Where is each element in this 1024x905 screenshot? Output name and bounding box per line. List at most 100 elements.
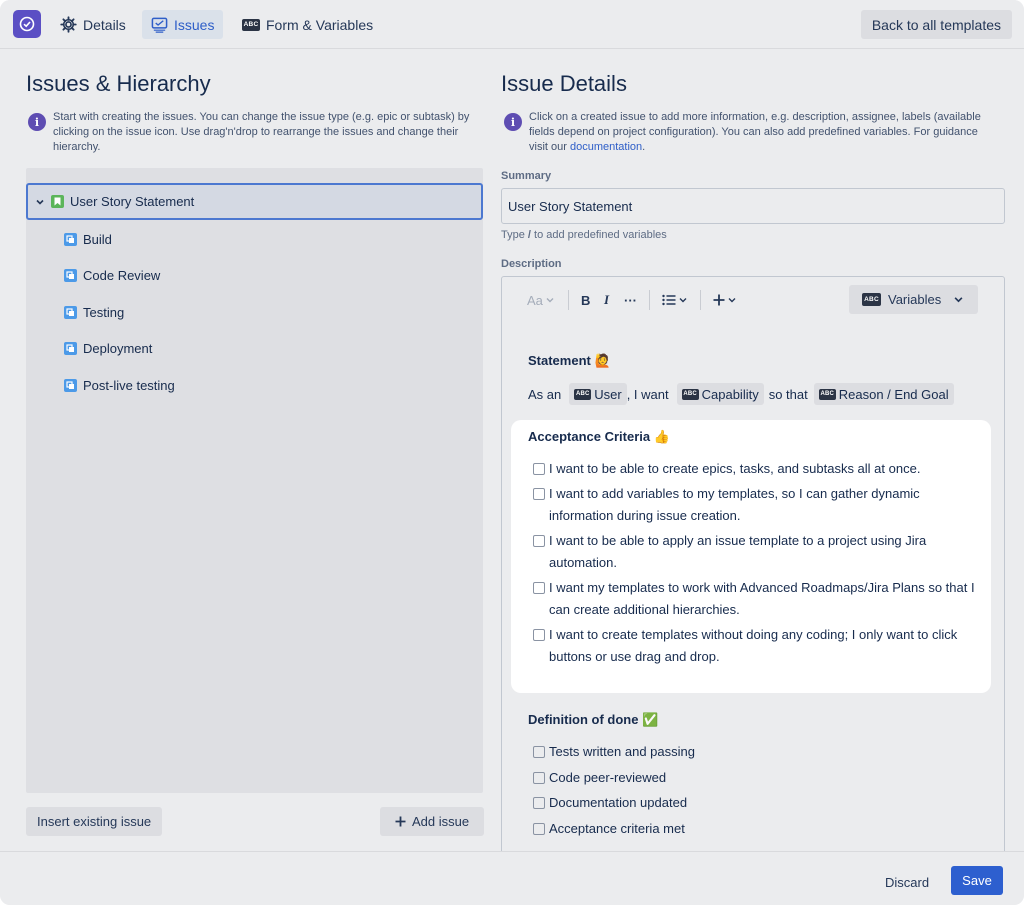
- checkbox[interactable]: [533, 535, 545, 547]
- acceptance-item: I want to create templates without doing…: [533, 624, 979, 668]
- tab-details-label: Details: [83, 16, 126, 33]
- tree-root-issue[interactable]: User Story Statement: [26, 183, 483, 220]
- abc-icon: ABC: [862, 293, 881, 306]
- issues-info-text: Start with creating the issues. You can …: [53, 111, 470, 153]
- acceptance-item: I want to add variables to my templates,…: [533, 483, 979, 527]
- toolbar-divider: [700, 290, 701, 310]
- chevron-down-icon: [954, 297, 963, 303]
- tree-child-build[interactable]: Build: [64, 229, 112, 249]
- abc-icon: ABC: [574, 388, 592, 400]
- tree-child-label: Post-live testing: [83, 377, 175, 393]
- variable-chip-reason[interactable]: ABC Reason / End Goal: [813, 383, 954, 405]
- issue-details-info-text: Click on a created issue to add more inf…: [529, 110, 989, 155]
- plus-icon: [713, 294, 725, 306]
- template-editor-window: Details Issues ABC Form & Variables Back…: [0, 0, 1024, 905]
- discard-button[interactable]: Discard: [876, 868, 938, 896]
- tree-child-label: Deployment: [83, 340, 153, 356]
- info-suffix: .: [642, 141, 646, 153]
- save-button[interactable]: Save: [951, 866, 1003, 895]
- tree-child-deployment[interactable]: Deployment: [64, 338, 152, 358]
- checkbox[interactable]: [533, 797, 545, 809]
- acceptance-item: I want my templates to work with Advance…: [533, 577, 979, 621]
- acceptance-criteria-heading: Acceptance Criteria 👍: [528, 429, 670, 445]
- done-item-text: Code peer-reviewed: [549, 770, 667, 785]
- text-style-dropdown[interactable]: Aa: [527, 291, 554, 309]
- back-to-templates-button[interactable]: Back to all templates: [860, 10, 1012, 39]
- checkbox[interactable]: [533, 582, 545, 594]
- done-item: Tests written and passing: [533, 741, 695, 763]
- tree-child-label: Testing: [83, 304, 125, 320]
- task-icon[interactable]: [64, 305, 77, 319]
- bold-button[interactable]: B: [581, 291, 590, 309]
- add-issue-button[interactable]: Add issue: [380, 807, 484, 836]
- toolbar-divider: [568, 290, 569, 310]
- tree-root-label: User Story Statement: [70, 194, 195, 209]
- info-icon: i: [28, 113, 46, 131]
- done-item-text: Tests written and passing: [549, 744, 695, 759]
- done-item-text: Documentation updated: [549, 795, 688, 810]
- statement-text: so that: [768, 386, 808, 402]
- tab-form-variables-label: Form & Variables: [266, 16, 374, 33]
- check-circle-icon: [19, 16, 35, 32]
- checkbox[interactable]: [533, 488, 545, 500]
- tree-child-code-review[interactable]: Code Review: [64, 265, 160, 285]
- task-icon[interactable]: [64, 232, 77, 246]
- checkbox[interactable]: [533, 629, 545, 641]
- done-item: Code peer-reviewed: [533, 767, 666, 789]
- variable-chip-user[interactable]: ABC User: [569, 383, 627, 405]
- variable-chip-label: Reason / End Goal: [838, 386, 949, 402]
- done-title: Definition of done: [528, 712, 639, 727]
- acceptance-item-text: I want to create templates without doing…: [549, 627, 958, 664]
- issue-tree-panel: [26, 168, 483, 793]
- statement-heading: Statement 🙋: [528, 353, 611, 369]
- checkbox[interactable]: [533, 772, 545, 784]
- variables-hint: Type / to add predefined variables: [501, 229, 667, 241]
- acceptance-item-text: I want to be able to apply an issue temp…: [549, 533, 927, 570]
- summary-label: Summary: [501, 170, 552, 182]
- insert-existing-issue-button[interactable]: Insert existing issue: [26, 807, 163, 836]
- statement-text: , I want: [626, 386, 669, 402]
- task-icon[interactable]: [64, 268, 77, 282]
- checkbox[interactable]: [533, 463, 545, 475]
- check-mark-emoji: ✅: [642, 712, 659, 727]
- gear-icon: [60, 16, 77, 33]
- task-icon[interactable]: [64, 378, 77, 392]
- done-item-text: Acceptance criteria met: [549, 821, 685, 836]
- issue-details-title: Issue Details: [501, 71, 627, 96]
- list-dropdown[interactable]: [662, 291, 687, 309]
- summary-input[interactable]: [501, 188, 1005, 224]
- tree-child-label: Code Review: [83, 267, 161, 283]
- story-icon[interactable]: [51, 195, 64, 208]
- acceptance-item: I want to be able to create epics, tasks…: [533, 458, 979, 480]
- tree-child-testing[interactable]: Testing: [64, 302, 124, 322]
- variables-dropdown-button[interactable]: ABC Variables: [849, 285, 978, 314]
- tab-issues-label: Issues: [174, 16, 215, 33]
- definition-of-done-heading: Definition of done ✅: [528, 712, 658, 728]
- more-formatting-button[interactable]: ···: [624, 291, 637, 309]
- acceptance-item-text: I want my templates to work with Advance…: [549, 580, 975, 617]
- app-logo[interactable]: [13, 10, 41, 38]
- tab-form-variables[interactable]: ABC Form & Variables: [233, 10, 382, 39]
- tree-child-label: Build: [83, 231, 112, 247]
- hint-suffix: to add predefined variables: [534, 229, 667, 241]
- tab-details[interactable]: Details: [51, 10, 135, 39]
- task-icon[interactable]: [64, 341, 77, 355]
- raising-hand-emoji: 🙋: [594, 353, 611, 368]
- acceptance-item-text: I want to be able to create epics, tasks…: [549, 461, 921, 476]
- tree-child-post-live-testing[interactable]: Post-live testing: [64, 375, 175, 395]
- variable-chip-label: Capability: [701, 386, 759, 402]
- statement-title: Statement: [528, 353, 591, 368]
- checkbox[interactable]: [533, 746, 545, 758]
- documentation-link[interactable]: documentation: [570, 141, 642, 153]
- chevron-down-icon[interactable]: [35, 197, 45, 207]
- tab-issues[interactable]: Issues: [142, 10, 224, 39]
- italic-button[interactable]: I: [604, 291, 609, 309]
- acceptance-title: Acceptance Criteria: [528, 429, 651, 444]
- abc-icon: ABC: [818, 388, 836, 400]
- monitor-icon: [151, 17, 168, 33]
- variable-chip-capability[interactable]: ABC Capability: [676, 383, 764, 405]
- checkbox[interactable]: [533, 823, 545, 835]
- abc-icon: ABC: [681, 388, 699, 400]
- add-issue-label: Add issue: [411, 814, 470, 829]
- insert-dropdown[interactable]: [713, 291, 736, 309]
